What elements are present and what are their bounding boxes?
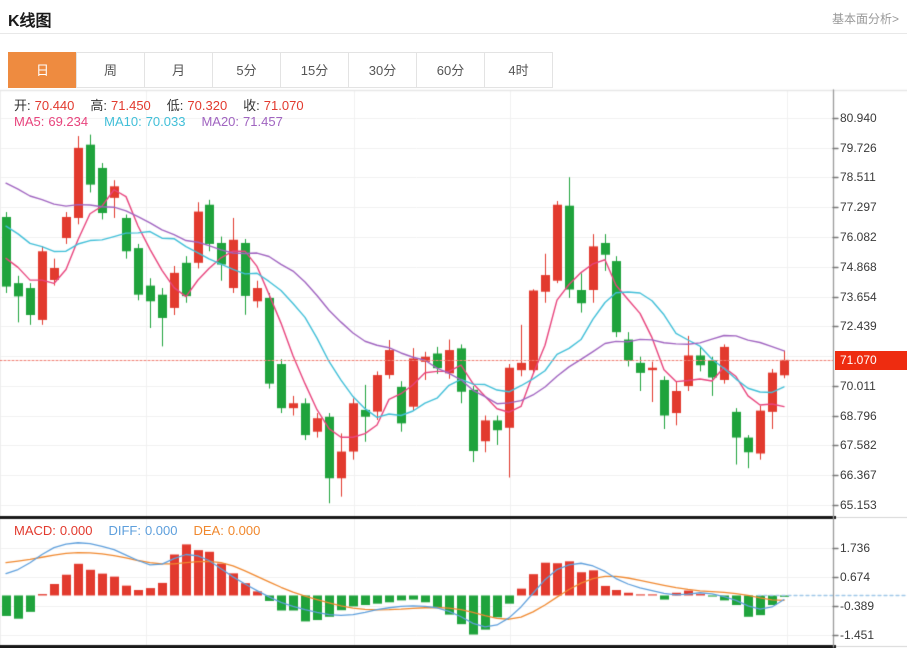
legend-item: 低:70.320 — [167, 98, 231, 113]
macd-legend: MACD:0.000 DIFF:0.000 DEA:0.000 — [14, 523, 276, 538]
y-axis-tick-label: 1.736 — [840, 541, 870, 555]
period-tab-bar: 日周月5分15分30分60分4时 — [8, 52, 553, 88]
y-axis-tick-label: 74.868 — [840, 260, 877, 274]
legend-item: 收:71.070 — [243, 98, 307, 113]
y-axis-tick-label: 65.153 — [840, 498, 877, 512]
tab-15min[interactable]: 15分 — [280, 52, 349, 88]
tab-day[interactable]: 日 — [8, 52, 77, 88]
y-axis-tick-label: 73.654 — [840, 290, 877, 304]
tab-60min[interactable]: 60分 — [416, 52, 485, 88]
legend-item: DIFF:0.000 — [108, 523, 181, 538]
y-axis-tick-label: 67.582 — [840, 438, 877, 452]
page-title: K线图 — [8, 7, 52, 31]
y-axis-tick-label: 66.367 — [840, 468, 877, 482]
widget-header: K线图 基本面分析> — [0, 0, 907, 34]
legend-item: MA10:70.033 — [104, 114, 189, 129]
y-axis-tick-label: 72.439 — [840, 319, 877, 333]
ohlc-legend: 开:70.440 高:71.450 低:70.320 收:71.070 — [14, 95, 320, 114]
legend-item: 开:70.440 — [14, 98, 78, 113]
y-axis-tick-label: 76.082 — [840, 230, 877, 244]
y-axis-tick-label: 70.011 — [840, 379, 876, 393]
tab-4hour[interactable]: 4时 — [484, 52, 553, 88]
tab-month[interactable]: 月 — [144, 52, 213, 88]
legend-item: MACD:0.000 — [14, 523, 96, 538]
kline-widget: K线图 基本面分析> 日周月5分15分30分60分4时 开:70.440 高:71… — [0, 0, 907, 648]
current-price-tag: 71.070 — [835, 351, 907, 370]
y-axis-tick-label: 68.796 — [840, 409, 877, 423]
y-axis-tick-label: 80.940 — [840, 111, 877, 125]
tab-30min[interactable]: 30分 — [348, 52, 417, 88]
tab-week[interactable]: 周 — [76, 52, 145, 88]
y-axis-tick-label: 0.674 — [840, 570, 870, 584]
ma-legend: MA5:69.234 MA10:70.033 MA20:71.457 — [14, 114, 299, 129]
legend-item: DEA:0.000 — [193, 523, 264, 538]
y-axis-tick-label: 79.726 — [840, 141, 877, 155]
y-axis-tick-label: -1.451 — [840, 628, 874, 642]
y-axis-tick-label: -0.389 — [840, 599, 874, 613]
legend-item: MA5:69.234 — [14, 114, 92, 129]
y-axis-tick-label: 78.511 — [840, 170, 876, 184]
fundamental-analysis-link[interactable]: 基本面分析> — [832, 10, 899, 27]
legend-item: 高:71.450 — [90, 98, 154, 113]
y-axis-tick-label: 77.297 — [840, 200, 877, 214]
legend-item: MA20:71.457 — [201, 114, 286, 129]
tab-5min[interactable]: 5分 — [212, 52, 281, 88]
